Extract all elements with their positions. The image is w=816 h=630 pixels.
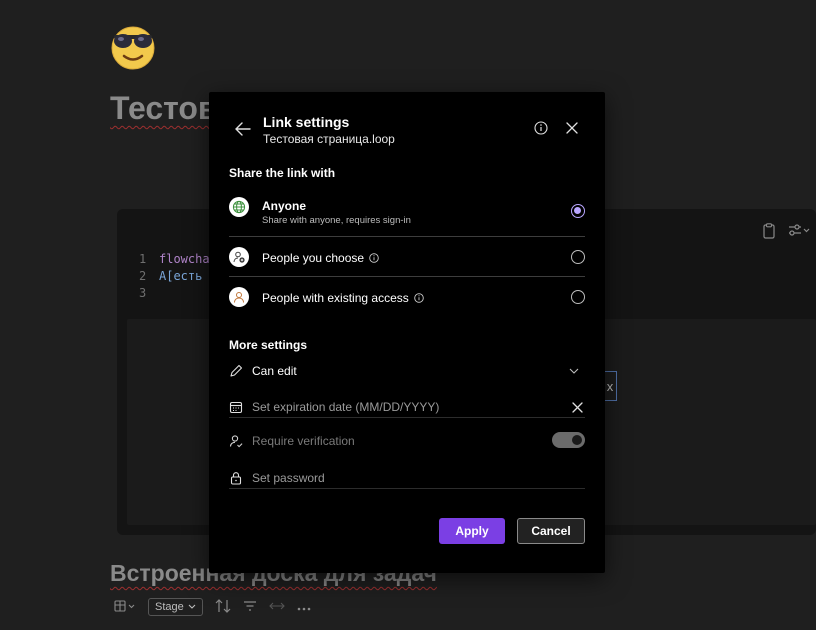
chevron-down-icon <box>188 604 196 609</box>
link-settings-dialog: Link settings Тестовая страница.loop Sha… <box>209 92 605 573</box>
stage-dropdown[interactable]: Stage <box>148 598 203 616</box>
field-underline <box>229 488 585 489</box>
option-label: People you choose <box>262 251 379 265</box>
apply-button[interactable]: Apply <box>439 518 505 544</box>
option-label-text: People with existing access <box>262 291 409 305</box>
code-line-1: 1 flowcha <box>139 251 210 268</box>
info-icon[interactable] <box>413 293 424 303</box>
back-arrow-icon[interactable] <box>234 120 252 138</box>
clear-icon[interactable] <box>572 401 583 413</box>
share-option-people-you-choose[interactable]: People you choose <box>229 247 585 287</box>
divider <box>229 276 585 277</box>
radio-people-you-choose[interactable] <box>571 250 585 264</box>
option-label: Anyone <box>262 199 307 213</box>
radio-anyone[interactable] <box>571 204 585 218</box>
share-option-anyone[interactable]: Anyone Share with anyone, requires sign-… <box>229 196 585 236</box>
globe-icon <box>229 197 249 217</box>
permission-dropdown[interactable]: Can edit <box>229 360 585 382</box>
board-toolbar: Stage <box>114 598 311 616</box>
code-toolbar <box>762 223 810 242</box>
pencil-icon <box>230 364 243 377</box>
share-heading: Share the link with <box>229 166 336 180</box>
board-view-icon[interactable] <box>114 599 136 615</box>
calendar-icon <box>229 401 243 414</box>
stage-label: Stage <box>155 601 184 613</box>
option-label: People with existing access <box>262 291 424 305</box>
lock-icon <box>230 472 242 485</box>
person-icon <box>229 287 249 307</box>
permission-value: Can edit <box>252 364 297 378</box>
verification-label: Require verification <box>252 434 355 448</box>
radio-existing-access[interactable] <box>571 290 585 304</box>
option-description: Share with anyone, requires sign-in <box>262 215 411 226</box>
expiration-placeholder: Set expiration date (MM/DD/YYYY) <box>252 400 440 414</box>
info-icon[interactable] <box>534 121 548 135</box>
sunglasses-emoji-icon[interactable] <box>108 22 158 72</box>
line-number: 1 <box>139 252 147 266</box>
code-text: A[есть <box>159 269 203 283</box>
person-check-icon <box>229 435 243 448</box>
cancel-button[interactable]: Cancel <box>517 518 585 544</box>
filter-icon[interactable] <box>243 600 257 615</box>
page-title[interactable]: Тестов <box>110 90 218 127</box>
line-number: 3 <box>139 286 147 300</box>
person-add-icon <box>229 247 249 267</box>
chevron-down-icon <box>569 368 579 374</box>
more-settings-heading: More settings <box>229 338 308 352</box>
require-verification-row: Require verification <box>229 430 585 452</box>
expiration-date-field[interactable]: Set expiration date (MM/DD/YYYY) <box>229 396 585 418</box>
diagram-node: x <box>604 371 617 401</box>
clipboard-icon[interactable] <box>762 223 776 242</box>
settings-sliders-icon[interactable] <box>788 223 810 242</box>
info-icon[interactable] <box>369 253 379 263</box>
option-label-text: People you choose <box>262 251 365 265</box>
dialog-title: Link settings <box>263 114 350 130</box>
code-line-2: 2 A[есть <box>139 268 210 285</box>
password-field[interactable]: Set password <box>229 467 585 489</box>
divider <box>229 236 585 237</box>
more-options-icon[interactable] <box>297 600 311 614</box>
dialog-subtitle: Тестовая страница.loop <box>263 132 395 146</box>
line-number: 2 <box>139 269 147 283</box>
code-lines[interactable]: 1 flowcha 2 A[есть 3 <box>139 251 210 302</box>
sort-icon[interactable] <box>215 598 231 616</box>
code-text: flowcha <box>159 252 210 266</box>
share-option-existing-access[interactable]: People with existing access <box>229 287 585 327</box>
verification-toggle[interactable] <box>552 432 585 448</box>
expand-icon[interactable] <box>268 600 285 615</box>
field-underline <box>229 417 585 418</box>
close-icon[interactable] <box>565 121 579 135</box>
code-line-3: 3 <box>139 285 210 302</box>
password-placeholder: Set password <box>252 471 325 485</box>
